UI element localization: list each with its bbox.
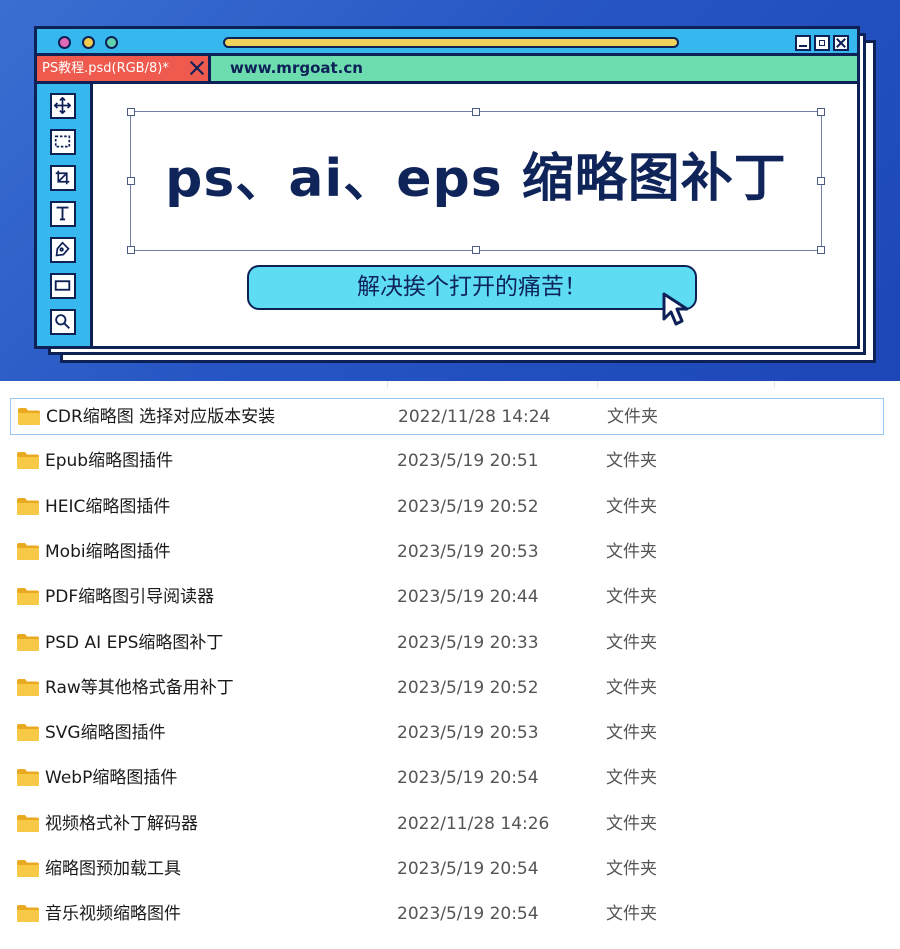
file-type: 文件夹 [606, 587, 657, 607]
file-type: 文件夹 [606, 678, 657, 698]
transform-handle[interactable] [472, 108, 480, 116]
file-row[interactable]: 缩略图预加载工具 2023/5/19 20:54 文件夹 [10, 851, 884, 888]
file-modified-date: 2022/11/28 14:26 [397, 814, 550, 834]
file-modified-date: 2023/5/19 20:54 [397, 768, 539, 788]
file-modified-date: 2023/5/19 20:33 [397, 633, 539, 653]
file-type: 文件夹 [606, 723, 657, 743]
traffic-light-icon[interactable] [58, 36, 71, 49]
file-row[interactable]: SVG缩略图插件 2023/5/19 20:53 文件夹 [10, 715, 884, 752]
file-row[interactable]: PDF缩略图引导阅读器 2023/5/19 20:44 文件夹 [10, 579, 884, 616]
marquee-tool-icon[interactable] [50, 129, 76, 155]
file-modified-date: 2023/5/19 20:54 [397, 904, 539, 924]
file-type: 文件夹 [606, 904, 657, 924]
promo-banner: PS教程.psd(RGB/8)* www.mrgoat.cn ps、ai、eps… [0, 0, 900, 381]
file-modified-date: 2023/5/19 20:44 [397, 587, 539, 607]
document-tab-label: PS教程.psd(RGB/8)* [42, 61, 169, 76]
folder-icon [17, 452, 39, 469]
window-titlebar [37, 29, 857, 56]
file-row[interactable]: HEIC缩略图插件 2023/5/19 20:52 文件夹 [10, 489, 884, 526]
restore-icon[interactable] [814, 35, 830, 51]
tool-panel [37, 84, 93, 346]
crop-tool-icon[interactable] [50, 165, 76, 191]
column-divider[interactable] [597, 381, 598, 388]
file-name: 音乐视频缩略图件 [45, 904, 181, 924]
pen-tool-icon[interactable] [50, 237, 76, 263]
column-divider[interactable] [774, 381, 775, 388]
file-row[interactable]: Raw等其他格式备用补丁 2023/5/19 20:52 文件夹 [10, 670, 884, 707]
zoom-tool-icon[interactable] [50, 309, 76, 335]
file-modified-date: 2023/5/19 20:54 [397, 859, 539, 879]
transform-handle[interactable] [127, 108, 135, 116]
file-type: 文件夹 [606, 633, 657, 653]
canvas[interactable]: ps、ai、eps 缩略图补丁 解决挨个打开的痛苦！ [93, 84, 857, 346]
file-type: 文件夹 [606, 814, 657, 834]
traffic-light-icon[interactable] [105, 36, 118, 49]
file-modified-date: 2023/5/19 20:53 [397, 542, 539, 562]
title-bar-decoration [223, 37, 679, 48]
file-modified-date: 2023/5/19 20:52 [397, 497, 539, 517]
file-name: Epub缩略图插件 [45, 451, 174, 471]
file-type: 文件夹 [606, 497, 657, 517]
folder-icon [17, 769, 39, 786]
transform-handle[interactable] [127, 246, 135, 254]
website-url: www.mrgoat.cn [230, 59, 363, 77]
selection-box[interactable]: ps、ai、eps 缩略图补丁 [127, 108, 825, 254]
folder-icon [17, 543, 39, 560]
file-name: HEIC缩略图插件 [45, 497, 171, 517]
document-tab[interactable]: PS教程.psd(RGB/8)* [37, 56, 211, 81]
folder-icon [17, 905, 39, 922]
file-modified-date: 2022/11/28 14:24 [398, 407, 551, 427]
file-name: CDR缩略图 选择对应版本安装 [46, 407, 276, 427]
file-row[interactable]: PSD AI EPS缩略图补丁 2023/5/19 20:33 文件夹 [10, 625, 884, 662]
file-name: PSD AI EPS缩略图补丁 [45, 633, 224, 653]
folder-icon [17, 860, 39, 877]
file-modified-date: 2023/5/19 20:51 [397, 451, 539, 471]
rectangle-tool-icon[interactable] [50, 273, 76, 299]
file-name: Mobi缩略图插件 [45, 542, 171, 562]
tab-bar: PS教程.psd(RGB/8)* www.mrgoat.cn [37, 56, 857, 84]
file-row[interactable]: 音乐视频缩略图件 2023/5/19 20:54 文件夹 [10, 896, 884, 933]
file-type: 文件夹 [607, 407, 658, 427]
editor-window: PS教程.psd(RGB/8)* www.mrgoat.cn ps、ai、eps… [34, 26, 860, 349]
file-row[interactable]: CDR缩略图 选择对应版本安装 2022/11/28 14:24 文件夹 [10, 398, 884, 435]
file-name: 视频格式补丁解码器 [45, 814, 198, 834]
file-row[interactable]: WebP缩略图插件 2023/5/19 20:54 文件夹 [10, 760, 884, 797]
folder-icon [17, 634, 39, 651]
file-name: SVG缩略图插件 [45, 723, 166, 743]
folder-icon [17, 679, 39, 696]
file-name: PDF缩略图引导阅读器 [45, 587, 215, 607]
column-divider[interactable] [387, 381, 388, 388]
minimize-icon[interactable] [795, 35, 811, 51]
folder-icon [18, 408, 40, 425]
cursor-arrow-icon [662, 292, 689, 326]
transform-handle[interactable] [472, 246, 480, 254]
banner-headline: ps、ai、eps 缩略图补丁 [165, 149, 787, 209]
folder-icon [17, 815, 39, 832]
close-icon[interactable] [833, 35, 849, 51]
file-row[interactable]: 视频格式补丁解码器 2022/11/28 14:26 文件夹 [10, 806, 884, 843]
file-row[interactable]: Mobi缩略图插件 2023/5/19 20:53 文件夹 [10, 534, 884, 571]
traffic-light-icon[interactable] [82, 36, 95, 49]
cta-button[interactable]: 解决挨个打开的痛苦！ [247, 265, 697, 310]
file-name: WebP缩略图插件 [45, 768, 178, 788]
folder-icon [17, 498, 39, 515]
file-modified-date: 2023/5/19 20:53 [397, 723, 539, 743]
close-tab-icon[interactable] [189, 60, 205, 76]
file-row[interactable]: Epub缩略图插件 2023/5/19 20:51 文件夹 [10, 443, 884, 480]
transform-handle[interactable] [817, 108, 825, 116]
file-modified-date: 2023/5/19 20:52 [397, 678, 539, 698]
file-type: 文件夹 [606, 768, 657, 788]
file-type: 文件夹 [606, 859, 657, 879]
file-name: 缩略图预加载工具 [45, 859, 181, 879]
folder-icon [17, 588, 39, 605]
text-tool-icon[interactable] [50, 201, 76, 227]
transform-handle[interactable] [817, 246, 825, 254]
file-type: 文件夹 [606, 542, 657, 562]
file-type: 文件夹 [606, 451, 657, 471]
move-tool-icon[interactable] [50, 93, 76, 119]
folder-icon [17, 724, 39, 741]
file-name: Raw等其他格式备用补丁 [45, 678, 234, 698]
